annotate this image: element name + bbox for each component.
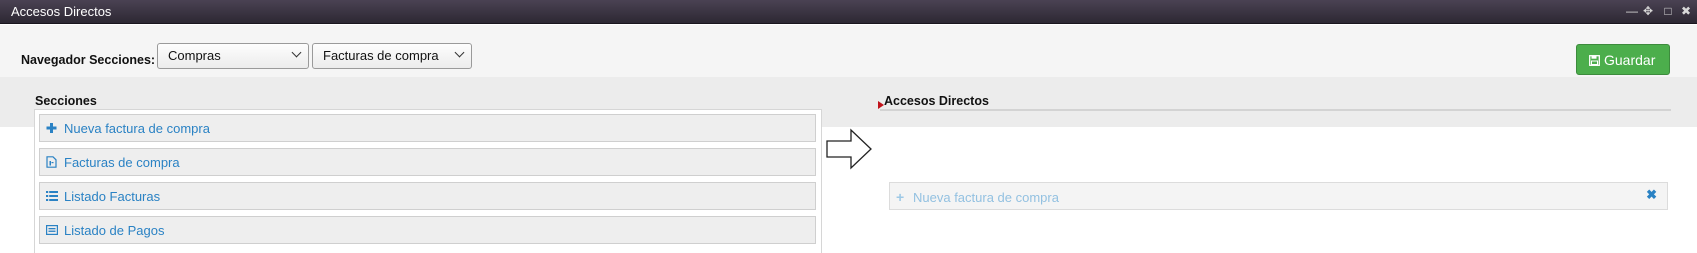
chevron-down-icon xyxy=(454,47,465,58)
window-titlebar: Accesos Directos — ✥ □ ✖ xyxy=(0,0,1697,24)
section-select-value: Compras xyxy=(168,48,221,63)
close-x-icon[interactable]: ✖ xyxy=(1646,187,1657,203)
section-item-label: Listado de Pagos xyxy=(64,223,165,238)
maximize-icon[interactable]: □ xyxy=(1661,4,1675,18)
list-icon xyxy=(46,191,58,201)
invoice-document-icon xyxy=(46,156,57,168)
divider xyxy=(880,109,1671,111)
arrow-right-icon xyxy=(826,128,872,170)
minimize-icon[interactable]: — xyxy=(1625,4,1639,18)
sections-title: Secciones xyxy=(35,94,97,108)
floppy-disk-icon xyxy=(1589,55,1600,66)
shortcuts-panel: Navegador Secciones: Compras Facturas de… xyxy=(0,25,1697,253)
plus-icon: + xyxy=(896,189,905,205)
shortcuts-title: Accesos Directos xyxy=(884,94,989,108)
shortcut-item-label: Nueva factura de compra xyxy=(913,190,1059,205)
close-icon[interactable]: ✖ xyxy=(1679,4,1693,18)
chevron-down-icon xyxy=(291,47,302,58)
save-button-label: Guardar xyxy=(1604,52,1656,68)
section-item-label: Nueva factura de compra xyxy=(64,121,210,136)
section-item-listado-pagos[interactable]: Listado de Pagos xyxy=(39,216,816,244)
section-item-label: Listado Facturas xyxy=(64,189,161,204)
save-button[interactable]: Guardar xyxy=(1576,44,1670,75)
shortcut-item[interactable]: + Nueva factura de compra ✖ xyxy=(889,182,1668,210)
window-title: Accesos Directos xyxy=(11,4,112,19)
subsection-select-value: Facturas de compra xyxy=(323,48,439,63)
sections-list: Nueva factura de compra Facturas de comp… xyxy=(34,109,822,253)
plus-icon xyxy=(46,123,57,133)
navigator-label: Navegador Secciones: xyxy=(21,53,156,67)
subsection-select[interactable]: Facturas de compra xyxy=(312,43,472,69)
section-item-facturas-compra[interactable]: Facturas de compra xyxy=(39,148,816,176)
section-item-listado-facturas[interactable]: Listado Facturas xyxy=(39,182,816,210)
section-item-nueva-factura[interactable]: Nueva factura de compra xyxy=(39,114,816,142)
section-select[interactable]: Compras xyxy=(157,43,309,69)
move-icon[interactable]: ✥ xyxy=(1641,4,1655,18)
section-item-label: Facturas de compra xyxy=(64,155,180,170)
payments-list-icon xyxy=(46,225,58,236)
